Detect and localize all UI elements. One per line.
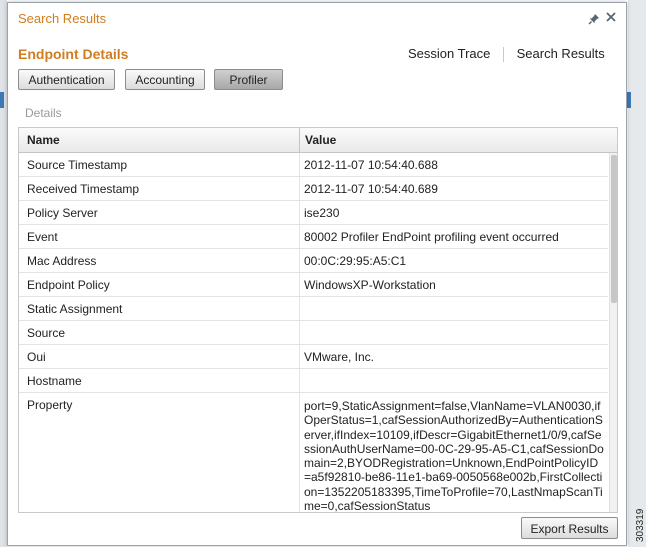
row-value: port=9,StaticAssignment=false,VlanName=V… — [304, 399, 604, 513]
row-value: 2012-11-07 10:54:40.689 — [304, 182, 438, 196]
top-links: Session Trace Search Results — [408, 46, 605, 63]
table-row: Received Timestamp 2012-11-07 10:54:40.6… — [19, 177, 608, 201]
row-name: Oui — [27, 350, 46, 364]
tab-accounting[interactable]: Accounting — [125, 69, 205, 90]
cell-divider — [299, 393, 300, 512]
row-name: Source — [27, 326, 66, 340]
dialog-title-bar: Search Results — [8, 3, 626, 35]
export-results-button[interactable]: Export Results — [521, 517, 618, 539]
row-value: WindowsXP-Workstation — [304, 278, 436, 292]
link-separator — [503, 47, 504, 63]
cell-divider — [299, 273, 300, 296]
table-scrollbar[interactable] — [609, 153, 617, 512]
cell-divider — [299, 297, 300, 320]
search-results-dialog: Search Results Endpoint Details Session … — [7, 2, 627, 546]
scrollbar-thumb[interactable] — [611, 155, 617, 303]
details-table: Name Value Source Timestamp 2012-11-07 1… — [18, 127, 618, 513]
table-row: Source Timestamp 2012-11-07 10:54:40.688 — [19, 153, 608, 177]
column-divider — [299, 128, 300, 152]
row-name: Received Timestamp — [27, 182, 140, 196]
endpoint-details-title: Endpoint Details — [18, 46, 129, 62]
cell-divider — [299, 153, 300, 176]
figure-id: 303319 — [635, 508, 646, 542]
session-trace-link[interactable]: Session Trace — [408, 46, 490, 61]
table-row: Hostname — [19, 369, 608, 393]
table-row: Oui VMware, Inc. — [19, 345, 608, 369]
row-name: Event — [27, 230, 58, 244]
row-name: Endpoint Policy — [27, 278, 110, 292]
table-row: Policy Server ise230 — [19, 201, 608, 225]
cell-divider — [299, 249, 300, 272]
close-icon[interactable] — [604, 10, 618, 24]
table-body: Source Timestamp 2012-11-07 10:54:40.688… — [19, 153, 608, 513]
background-window-edge-right — [628, 0, 646, 547]
row-value: 00:0C:29:95:A5:C1 — [304, 254, 407, 268]
cell-divider — [299, 345, 300, 368]
cell-divider — [299, 225, 300, 248]
row-name: Static Assignment — [27, 302, 123, 316]
pin-icon[interactable] — [588, 13, 600, 25]
column-header-name[interactable]: Name — [27, 128, 60, 152]
table-row: Property port=9,StaticAssignment=false,V… — [19, 393, 608, 513]
background-window-edge-left — [0, 0, 7, 547]
table-row: Event 80002 Profiler EndPoint profiling … — [19, 225, 608, 249]
details-label: Details — [25, 106, 62, 120]
row-name: Hostname — [27, 374, 82, 388]
table-row: Source — [19, 321, 608, 345]
cell-divider — [299, 201, 300, 224]
row-value: 80002 Profiler EndPoint profiling event … — [304, 230, 559, 244]
column-header-value[interactable]: Value — [305, 128, 336, 152]
cell-divider — [299, 177, 300, 200]
row-value: 2012-11-07 10:54:40.688 — [304, 158, 438, 172]
table-row: Endpoint Policy WindowsXP-Workstation — [19, 273, 608, 297]
background-highlight-right — [627, 92, 631, 108]
table-row: Static Assignment — [19, 297, 608, 321]
tab-profiler[interactable]: Profiler — [214, 69, 283, 90]
dialog-title: Search Results — [18, 11, 107, 26]
row-value: ise230 — [304, 206, 340, 220]
cell-divider — [299, 369, 300, 392]
row-name: Property — [27, 398, 73, 412]
row-value: VMware, Inc. — [304, 350, 375, 364]
table-header: Name Value — [19, 128, 617, 153]
row-name: Policy Server — [27, 206, 98, 220]
table-row: Mac Address 00:0C:29:95:A5:C1 — [19, 249, 608, 273]
row-name: Mac Address — [27, 254, 97, 268]
cell-divider — [299, 321, 300, 344]
background-highlight-left — [0, 92, 4, 108]
search-results-link[interactable]: Search Results — [517, 46, 605, 61]
tab-authentication[interactable]: Authentication — [18, 69, 115, 90]
row-name: Source Timestamp — [27, 158, 128, 172]
